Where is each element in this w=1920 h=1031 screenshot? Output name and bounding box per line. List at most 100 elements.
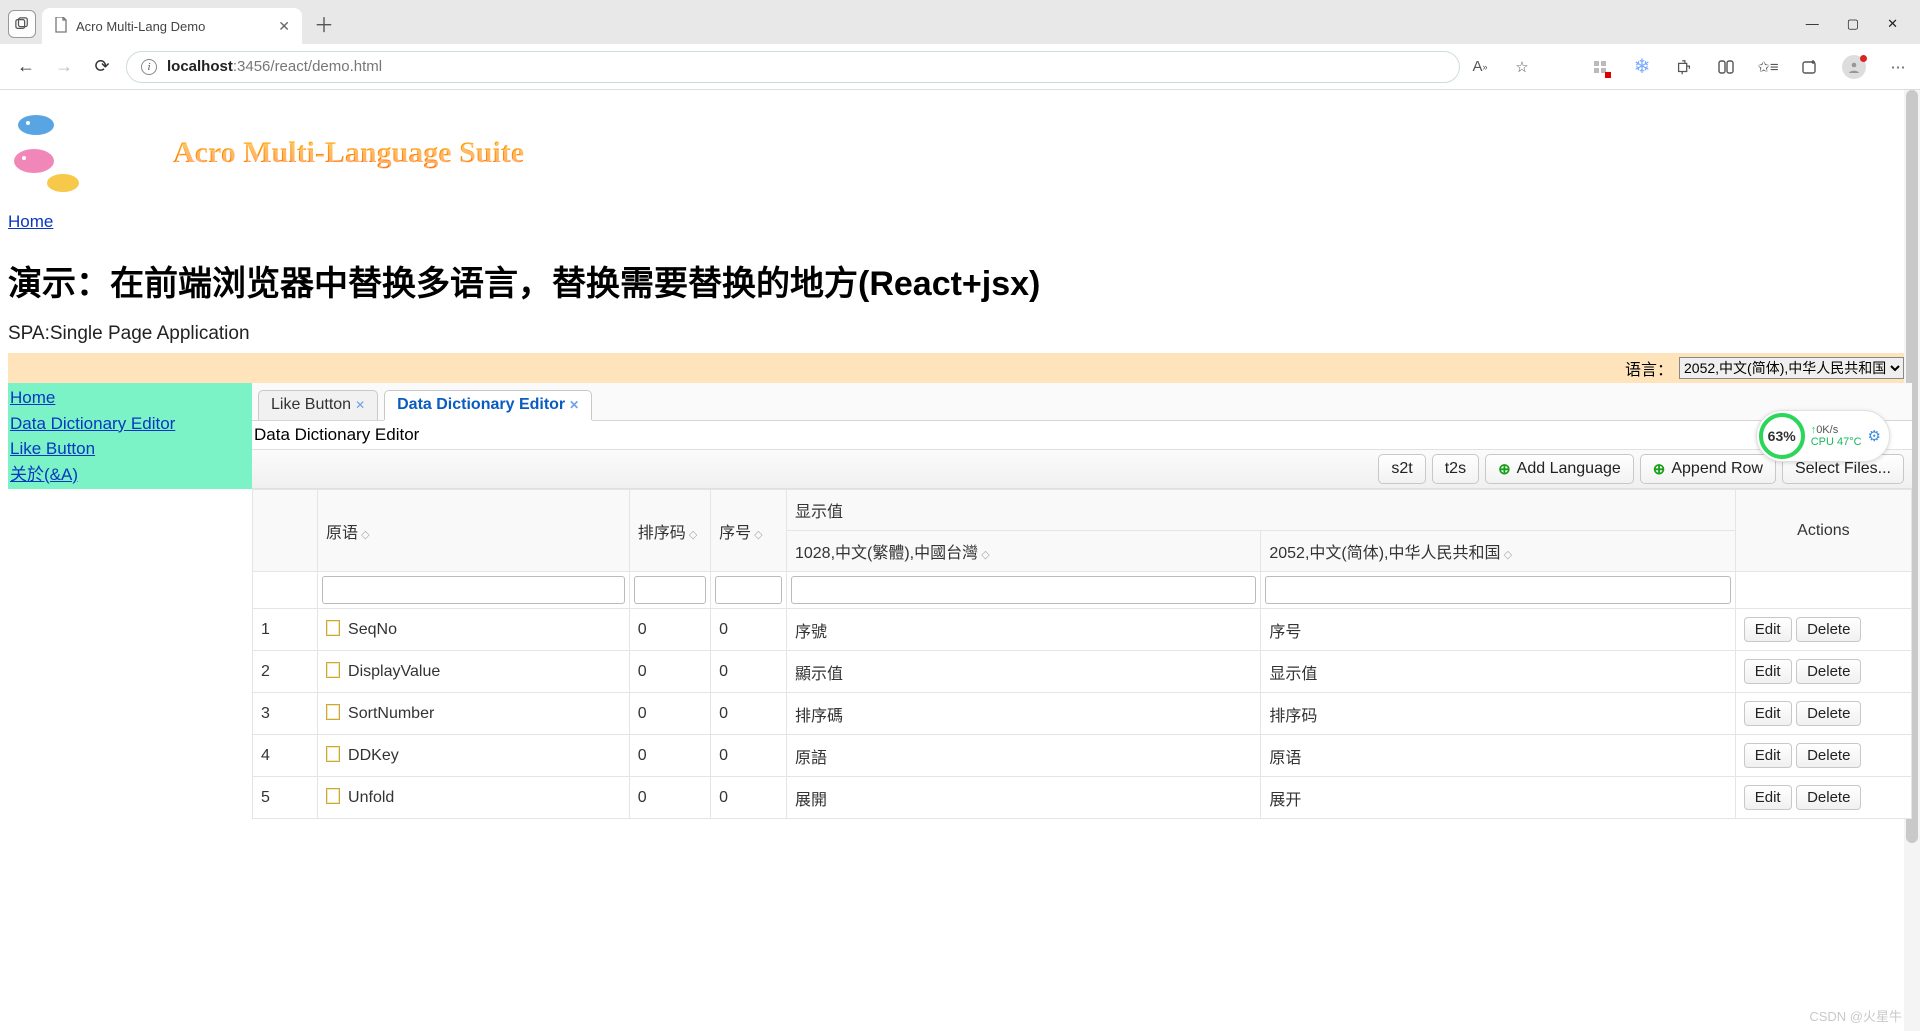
filter-seq-no[interactable]: [715, 576, 782, 604]
col-tw[interactable]: 1028,中文(繁體),中國台灣: [795, 545, 990, 562]
page-viewport: Acro Multi-Language Suite Home 演示：在前端浏览器…: [0, 90, 1920, 1031]
profile-avatar[interactable]: [1842, 55, 1866, 79]
extension-bird-icon[interactable]: ❄: [1632, 57, 1652, 77]
address-bar[interactable]: i localhost:3456/react/demo.html: [126, 51, 1460, 83]
language-bar: 语言： 2052,中文(简体),中华人民共和国: [8, 353, 1912, 383]
delete-button[interactable]: Delete: [1796, 701, 1861, 726]
delete-button[interactable]: Delete: [1796, 785, 1861, 810]
sidebar-item-data-dictionary-editor[interactable]: Data Dictionary Editor: [8, 411, 252, 437]
tab-close-icon[interactable]: ✕: [569, 398, 579, 412]
language-select[interactable]: 2052,中文(简体),中华人民共和国: [1679, 357, 1904, 379]
t2s-button[interactable]: t2s: [1432, 454, 1479, 484]
editor-title: Data Dictionary Editor: [252, 421, 1912, 449]
tab-close-icon[interactable]: ✕: [355, 398, 365, 412]
edit-button[interactable]: Edit: [1744, 743, 1792, 768]
table-row: 3SortNumber00排序碼排序码Edit Delete: [253, 693, 1912, 735]
sidebar-item-home[interactable]: Home: [8, 385, 252, 411]
perf-percentage: 63%: [1759, 413, 1805, 459]
sidebar-item-like-button[interactable]: Like Button: [8, 436, 252, 462]
forward-button[interactable]: →: [50, 56, 78, 77]
col-seq-no[interactable]: 序号: [719, 525, 763, 542]
edit-button[interactable]: Edit: [1744, 659, 1792, 684]
cell-seq-no: 0: [711, 777, 787, 819]
filter-tw[interactable]: [791, 576, 1256, 604]
perf-settings-icon[interactable]: ⚙: [1868, 427, 1881, 445]
cell-primary: SeqNo: [318, 609, 630, 651]
new-tab-button[interactable]: ＋: [302, 9, 346, 44]
language-label: 语言：: [1625, 356, 1673, 380]
delete-button[interactable]: Delete: [1796, 743, 1861, 768]
edit-button[interactable]: Edit: [1744, 617, 1792, 642]
s2t-button[interactable]: s2t: [1378, 454, 1425, 484]
page-title: 演示：在前端浏览器中替换多语言，替换需要替换的地方(React+jsx): [8, 256, 1912, 305]
overflow-menu-icon[interactable]: ⋯: [1888, 57, 1908, 77]
maximize-button[interactable]: ▢: [1847, 16, 1859, 32]
cell-primary: DDKey: [318, 735, 630, 777]
table-row: 5Unfold00展開展开Edit Delete: [253, 777, 1912, 819]
reload-button[interactable]: ⟳: [88, 56, 116, 77]
sidebar-item-about[interactable]: 关於(&A): [8, 462, 252, 488]
back-button[interactable]: ←: [12, 56, 40, 77]
perf-net: 0K/s: [1811, 424, 1862, 436]
filter-cn[interactable]: [1265, 576, 1730, 604]
cell-actions: Edit Delete: [1735, 777, 1911, 819]
table-row: 2DisplayValue00顯示值显示值Edit Delete: [253, 651, 1912, 693]
edit-button[interactable]: Edit: [1744, 701, 1792, 726]
row-index: 3: [253, 693, 318, 735]
window-controls: — ▢ ✕: [1806, 16, 1920, 44]
cell-actions: Edit Delete: [1735, 609, 1911, 651]
fish-icon: [8, 103, 88, 203]
favorites-list-icon[interactable]: ✩≡: [1758, 57, 1778, 77]
tab-like-button[interactable]: Like Button ✕: [258, 390, 378, 420]
main-area: Like Button ✕ Data Dictionary Editor ✕ D…: [252, 383, 1912, 819]
row-index: 4: [253, 735, 318, 777]
page-subhead: SPA:Single Page Application: [8, 323, 1912, 345]
collections-icon[interactable]: [1800, 57, 1820, 77]
minimize-button[interactable]: —: [1806, 16, 1819, 32]
table-row: 4DDKey00原語原语Edit Delete: [253, 735, 1912, 777]
tab-collections-button[interactable]: [8, 10, 36, 38]
cell-seq-no: 0: [711, 735, 787, 777]
document-icon: [326, 746, 340, 762]
table-row: 1SeqNo00序號序号Edit Delete: [253, 609, 1912, 651]
col-sort-num[interactable]: 排序码: [638, 525, 698, 542]
col-display-value-group: 显示值: [786, 490, 1735, 531]
cell-sort-num: 0: [629, 651, 710, 693]
read-aloud-icon[interactable]: A»: [1470, 57, 1490, 77]
browser-tab-active[interactable]: Acro Multi-Lang Demo ✕: [42, 8, 302, 44]
cell-seq-no: 0: [711, 609, 787, 651]
cell-cn: 展开: [1261, 777, 1735, 819]
col-actions: Actions: [1735, 490, 1911, 572]
cell-sort-num: 0: [629, 735, 710, 777]
cell-cn: 排序码: [1261, 693, 1735, 735]
cell-primary: Unfold: [318, 777, 630, 819]
extensions-icon[interactable]: [1674, 57, 1694, 77]
document-icon: [326, 662, 340, 678]
filter-primary[interactable]: [322, 576, 625, 604]
filter-sort-num[interactable]: [634, 576, 706, 604]
browser-titlebar: Acro Multi-Lang Demo ✕ ＋ — ▢ ✕: [0, 0, 1920, 44]
extension-1-icon[interactable]: [1590, 57, 1610, 77]
edit-button[interactable]: Edit: [1744, 785, 1792, 810]
col-primary[interactable]: 原语: [326, 525, 370, 542]
cell-sort-num: 0: [629, 609, 710, 651]
plus-icon: ⊕: [1498, 460, 1511, 478]
close-tab-icon[interactable]: ✕: [278, 18, 290, 35]
add-language-button[interactable]: ⊕Add Language: [1485, 454, 1634, 484]
split-screen-icon[interactable]: [1716, 57, 1736, 77]
cell-actions: Edit Delete: [1735, 651, 1911, 693]
row-index: 1: [253, 609, 318, 651]
site-info-icon[interactable]: i: [141, 59, 157, 75]
top-home-link[interactable]: Home: [8, 212, 53, 232]
tab-data-dictionary-editor[interactable]: Data Dictionary Editor ✕: [384, 390, 592, 420]
close-window-button[interactable]: ✕: [1887, 16, 1898, 32]
col-cn[interactable]: 2052,中文(简体),中华人民共和国: [1269, 545, 1512, 562]
append-row-label: Append Row: [1671, 460, 1763, 478]
delete-button[interactable]: Delete: [1796, 659, 1861, 684]
file-icon: [54, 17, 68, 36]
favorite-icon[interactable]: ☆: [1512, 57, 1532, 77]
append-row-button[interactable]: ⊕Append Row: [1640, 454, 1776, 484]
perf-widget[interactable]: 63% 0K/s CPU 47°C ⚙: [1756, 410, 1890, 462]
delete-button[interactable]: Delete: [1796, 617, 1861, 642]
perf-cpu-value: 47°C: [1837, 436, 1862, 448]
